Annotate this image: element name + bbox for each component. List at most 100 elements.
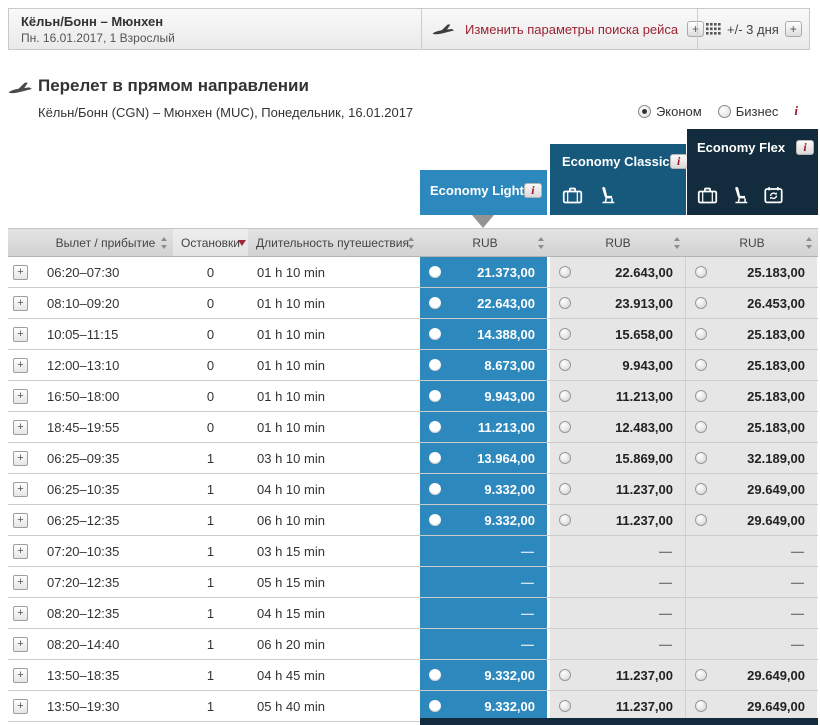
price-economy-light[interactable]: 11.213,00 xyxy=(420,412,547,442)
expand-row-button[interactable]: + xyxy=(13,668,28,683)
expand-row-button[interactable]: + xyxy=(13,544,28,559)
price-economy-flex[interactable]: 25.183,00 xyxy=(686,319,817,349)
expand-row-button[interactable]: + xyxy=(13,296,28,311)
price-economy-light[interactable]: 22.643,00 xyxy=(420,288,547,318)
fare-select-radio[interactable] xyxy=(429,266,441,278)
expand-days-button[interactable]: + xyxy=(785,21,802,37)
fare-select-radio[interactable] xyxy=(429,483,441,495)
fare-info-icon[interactable]: i xyxy=(670,154,688,169)
active-sort-icon[interactable] xyxy=(238,240,246,246)
price-economy-classic[interactable]: 12.483,00 xyxy=(550,412,686,442)
price-economy-flex[interactable]: 26.453,00 xyxy=(686,288,817,318)
fare-select-radio[interactable] xyxy=(695,452,707,464)
expand-row-button[interactable]: + xyxy=(13,637,28,652)
plus-minus-days-link[interactable]: +/- 3 дня xyxy=(727,22,779,37)
fare-info-icon[interactable]: i xyxy=(524,183,542,198)
expand-row-button[interactable]: + xyxy=(13,513,28,528)
fare-select-radio[interactable] xyxy=(695,669,707,681)
fare-select-radio[interactable] xyxy=(695,359,707,371)
fare-select-radio[interactable] xyxy=(559,297,571,309)
price-economy-light[interactable]: 9.332,00 xyxy=(420,505,547,535)
fare-select-radio[interactable] xyxy=(559,700,571,712)
fare-select-radio[interactable] xyxy=(429,421,441,433)
price-economy-flex[interactable]: 29.649,00 xyxy=(686,505,817,535)
fare-select-radio[interactable] xyxy=(695,297,707,309)
price-economy-light[interactable]: 14.388,00 xyxy=(420,319,547,349)
fare-select-radio[interactable] xyxy=(559,421,571,433)
price-economy-light[interactable]: 8.673,00 xyxy=(420,350,547,380)
price-economy-classic[interactable]: 11.237,00 xyxy=(550,474,686,504)
price-economy-light[interactable]: 9.332,00 xyxy=(420,474,547,504)
price-economy-classic[interactable]: 9.943,00 xyxy=(550,350,686,380)
cabin-info-icon[interactable]: i xyxy=(794,103,798,119)
price-economy-flex[interactable]: 32.189,00 xyxy=(686,443,817,473)
expand-row-button[interactable]: + xyxy=(13,327,28,342)
price-economy-flex[interactable]: 25.183,00 xyxy=(686,257,817,287)
fare-select-radio[interactable] xyxy=(429,452,441,464)
fare-select-radio[interactable] xyxy=(695,700,707,712)
fare-select-radio[interactable] xyxy=(695,514,707,526)
price-economy-light[interactable]: 21.373,00 xyxy=(420,257,547,287)
fare-select-radio[interactable] xyxy=(695,328,707,340)
fare-select-radio[interactable] xyxy=(559,266,571,278)
fare-select-radio[interactable] xyxy=(559,390,571,402)
price-value: 11.237,00 xyxy=(571,699,685,714)
sort-icon[interactable] xyxy=(805,237,814,249)
fare-select-radio[interactable] xyxy=(559,483,571,495)
price-value: 12.483,00 xyxy=(571,420,685,435)
price-economy-classic[interactable]: 11.213,00 xyxy=(550,381,686,411)
price-economy-flex[interactable]: 29.649,00 xyxy=(686,660,817,690)
price-economy-classic[interactable]: 22.643,00 xyxy=(550,257,686,287)
expand-row-button[interactable]: + xyxy=(13,420,28,435)
expand-row-button[interactable]: + xyxy=(13,482,28,497)
fare-info-icon[interactable]: i xyxy=(796,140,814,155)
price-economy-classic[interactable]: 11.237,00 xyxy=(550,505,686,535)
price-economy-flex[interactable]: 25.183,00 xyxy=(686,412,817,442)
fare-select-radio[interactable] xyxy=(429,700,441,712)
price-economy-light[interactable]: 9.332,00 xyxy=(420,660,547,690)
expand-row-button[interactable]: + xyxy=(13,699,28,714)
price-economy-flex[interactable]: 25.183,00 xyxy=(686,350,817,380)
expand-row-button[interactable]: + xyxy=(13,358,28,373)
fare-select-radio[interactable] xyxy=(429,297,441,309)
price-economy-classic[interactable]: 15.658,00 xyxy=(550,319,686,349)
fare-select-radio[interactable] xyxy=(429,328,441,340)
expand-row-button[interactable]: + xyxy=(13,389,28,404)
sort-icon[interactable] xyxy=(673,237,682,249)
expand-row-button[interactable]: + xyxy=(13,606,28,621)
price-economy-classic[interactable]: 15.869,00 xyxy=(550,443,686,473)
change-search-section[interactable]: Изменить параметры поиска рейса + xyxy=(421,9,697,49)
fare-select-radio[interactable] xyxy=(695,266,707,278)
plus-minus-days-section[interactable]: +/- 3 дня + xyxy=(697,9,809,49)
fare-select-radio[interactable] xyxy=(695,483,707,495)
price-economy-classic[interactable]: 11.237,00 xyxy=(550,660,686,690)
fare-select-radio[interactable] xyxy=(695,390,707,402)
price-economy-flex[interactable]: 29.649,00 xyxy=(686,691,817,721)
fare-select-radio[interactable] xyxy=(429,669,441,681)
sort-icon[interactable] xyxy=(407,237,416,249)
business-radio[interactable] xyxy=(718,105,731,118)
fare-select-radio[interactable] xyxy=(559,669,571,681)
price-economy-light[interactable]: 13.964,00 xyxy=(420,443,547,473)
fare-select-radio[interactable] xyxy=(559,452,571,464)
fare-select-radio[interactable] xyxy=(429,514,441,526)
fare-select-radio[interactable] xyxy=(429,390,441,402)
price-economy-classic[interactable]: 23.913,00 xyxy=(550,288,686,318)
fare-select-radio[interactable] xyxy=(559,359,571,371)
price-economy-light[interactable]: 9.943,00 xyxy=(420,381,547,411)
fare-select-radio[interactable] xyxy=(559,514,571,526)
price-economy-classic[interactable]: 11.237,00 xyxy=(550,691,686,721)
expand-row-button[interactable]: + xyxy=(13,265,28,280)
price-economy-flex[interactable]: 25.183,00 xyxy=(686,381,817,411)
price-economy-light[interactable]: 9.332,00 xyxy=(420,691,547,721)
expand-row-button[interactable]: + xyxy=(13,451,28,466)
price-economy-flex[interactable]: 29.649,00 xyxy=(686,474,817,504)
change-search-link[interactable]: Изменить параметры поиска рейса xyxy=(465,22,678,37)
sort-icon[interactable] xyxy=(160,237,169,249)
sort-icon[interactable] xyxy=(537,237,546,249)
economy-radio[interactable] xyxy=(638,105,651,118)
fare-select-radio[interactable] xyxy=(429,359,441,371)
fare-select-radio[interactable] xyxy=(559,328,571,340)
expand-row-button[interactable]: + xyxy=(13,575,28,590)
fare-select-radio[interactable] xyxy=(695,421,707,433)
